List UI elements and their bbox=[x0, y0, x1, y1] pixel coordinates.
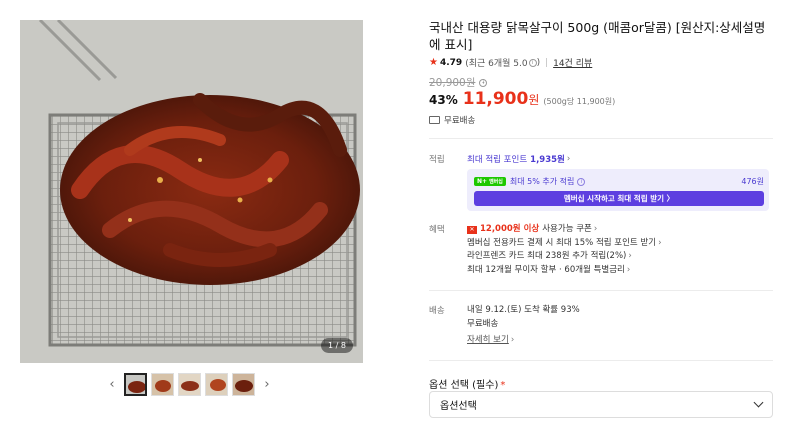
original-price-row: 20,900원 i bbox=[429, 75, 488, 90]
chevron-right-icon[interactable]: › bbox=[259, 372, 275, 396]
section-divider bbox=[429, 360, 773, 361]
max-points-link[interactable]: 최대 적립 포인트 1,935원 › bbox=[467, 153, 570, 165]
photo-counter: 1 / 8 bbox=[321, 338, 353, 353]
rating-note: (최근 6개월 5.0 bbox=[465, 59, 528, 69]
points-label: 적립 bbox=[429, 155, 445, 165]
chevron-left-icon[interactable]: ‹ bbox=[104, 372, 120, 396]
benefit-text: 라인프렌즈 카드 최대 238원 추가 적립(2%) bbox=[467, 251, 627, 261]
delivery-eta: 내일 9.12.(토) 도착 확률 93% bbox=[467, 305, 580, 315]
thumbnail-image bbox=[233, 373, 254, 395]
section-divider bbox=[429, 138, 773, 139]
shipping-tag-label: 무료배송 bbox=[444, 116, 476, 126]
benefit-text: 멤버십 전용카드 결제 시 최대 15% 적립 포인트 받기 bbox=[467, 237, 657, 248]
benefits-list: ✕ 12,000원 이상 사용가능 쿠폰 › 멤버십 전용카드 결제 시 최대 … bbox=[467, 223, 662, 277]
rating-row: ★ 4.79 (최근 6개월 5.0 i ) 14건 리뷰 bbox=[429, 56, 592, 69]
free-shipping-tag: 무료배송 bbox=[429, 114, 475, 126]
product-info: 국내산 대용량 닭목살구이 500g (매콤or달콤) [원산지:상세설명에 표… bbox=[429, 0, 774, 424]
membership-row: N+ 멤버십 최대 5% 추가 적립 i 476원 bbox=[474, 176, 764, 187]
benefit-item[interactable]: 최대 12개월 무이자 할부 · 60개월 특별금리 › bbox=[467, 264, 662, 278]
thumbnail-image bbox=[206, 373, 227, 395]
benefit-text: 최대 12개월 무이자 할부 · 60개월 특별금리 bbox=[467, 264, 625, 275]
section-divider bbox=[429, 290, 773, 291]
thumbnail-image bbox=[179, 373, 200, 395]
info-icon[interactable]: i bbox=[577, 177, 586, 186]
coupon-text: 사용가능 쿠폰 bbox=[542, 224, 592, 234]
points-prefix: 최대 적립 포인트 bbox=[467, 155, 528, 165]
benefit-item[interactable]: 멤버십 전용카드 결제 시 최대 15% 적립 포인트 받기 › bbox=[467, 237, 662, 251]
badge-text: N+ bbox=[477, 178, 488, 185]
thumbnail-strip: ‹ › bbox=[104, 372, 275, 396]
benefits-label: 혜택 bbox=[429, 225, 445, 235]
chevron-down-icon bbox=[753, 397, 764, 408]
product-title: 국내산 대용량 닭목살구이 500g (매콤or달콤) [원산지:상세설명에 표… bbox=[429, 20, 766, 52]
thumbnail-2[interactable] bbox=[151, 372, 174, 396]
coupon-benefit[interactable]: ✕ 12,000원 이상 사용가능 쿠폰 › bbox=[467, 223, 662, 237]
delivery-detail-link[interactable]: 자세히 보기 › bbox=[467, 334, 580, 348]
detail-link-text: 자세히 보기 bbox=[467, 335, 509, 345]
chevron-right-icon: › bbox=[566, 154, 571, 164]
product-gallery: 1 / 8 ‹ › bbox=[0, 0, 400, 424]
delivery-label: 배송 bbox=[429, 306, 445, 316]
option-label-text: 옵션 선택 (필수) bbox=[429, 380, 499, 391]
thumbnail-1[interactable] bbox=[124, 372, 147, 396]
sale-price: 11,900 bbox=[462, 89, 529, 109]
info-icon[interactable]: i bbox=[528, 58, 537, 67]
benefit-item[interactable]: 라인프렌즈 카드 최대 238원 추가 적립(2%) › bbox=[467, 250, 662, 264]
delivery-info: 내일 9.12.(토) 도착 확률 93% 무료배송 자세히 보기 › bbox=[467, 304, 580, 348]
discount-rate: 43% bbox=[429, 93, 458, 107]
chevron-right-icon: › bbox=[626, 264, 631, 275]
truck-icon bbox=[429, 116, 440, 124]
option-label: 옵션 선택 (필수) * bbox=[429, 376, 505, 391]
star-icon: ★ bbox=[429, 57, 438, 68]
membership-text: 최대 5% 추가 적립 bbox=[509, 177, 575, 186]
start-membership-button[interactable]: 멤버십 시작하고 최대 적립 받기 〉 bbox=[474, 191, 764, 206]
grilled-chicken-photo bbox=[20, 20, 363, 363]
main-product-photo[interactable]: 1 / 8 bbox=[20, 20, 363, 363]
delivery-fee: 무료배송 bbox=[467, 318, 499, 329]
unit-price: (500g당 11,900원) bbox=[543, 97, 616, 106]
info-icon[interactable]: i bbox=[479, 78, 488, 87]
rating-note-end: ) bbox=[536, 57, 541, 68]
chevron-right-icon: › bbox=[593, 224, 598, 234]
thumbnail-4[interactable] bbox=[205, 372, 228, 396]
points-value: 1,935원 bbox=[530, 155, 565, 165]
thumbnail-image bbox=[126, 374, 145, 394]
original-price: 20,900원 bbox=[429, 77, 476, 89]
chevron-right-icon: › bbox=[628, 251, 632, 261]
membership-box: N+ 멤버십 최대 5% 추가 적립 i 476원 멤버십 시작하고 최대 적립… bbox=[467, 169, 769, 211]
required-mark: * bbox=[500, 380, 506, 391]
chevron-right-icon: › bbox=[510, 335, 515, 345]
divider bbox=[546, 58, 548, 67]
chevron-right-icon: › bbox=[658, 237, 662, 248]
price-row: 43% 11,900 원 (500g당 11,900원) bbox=[429, 89, 615, 109]
badge-sub-text: 멤버십 bbox=[489, 179, 503, 185]
naver-plus-badge: N+ 멤버십 bbox=[474, 177, 506, 186]
thumbnail-5[interactable] bbox=[232, 372, 255, 396]
review-link[interactable]: 14건 리뷰 bbox=[553, 56, 592, 69]
thumbnail-image bbox=[152, 373, 173, 395]
thumbnail-3[interactable] bbox=[178, 372, 201, 396]
membership-amount: 476원 bbox=[741, 177, 764, 186]
option-select-value: 옵션선택 bbox=[440, 401, 477, 412]
option-select[interactable]: 옵션선택 bbox=[429, 391, 773, 418]
rating-value: 4.79 bbox=[439, 57, 463, 68]
currency-unit: 원 bbox=[528, 93, 540, 107]
coupon-amount: 12,000원 이상 bbox=[480, 224, 540, 234]
coupon-icon: ✕ bbox=[467, 225, 477, 234]
